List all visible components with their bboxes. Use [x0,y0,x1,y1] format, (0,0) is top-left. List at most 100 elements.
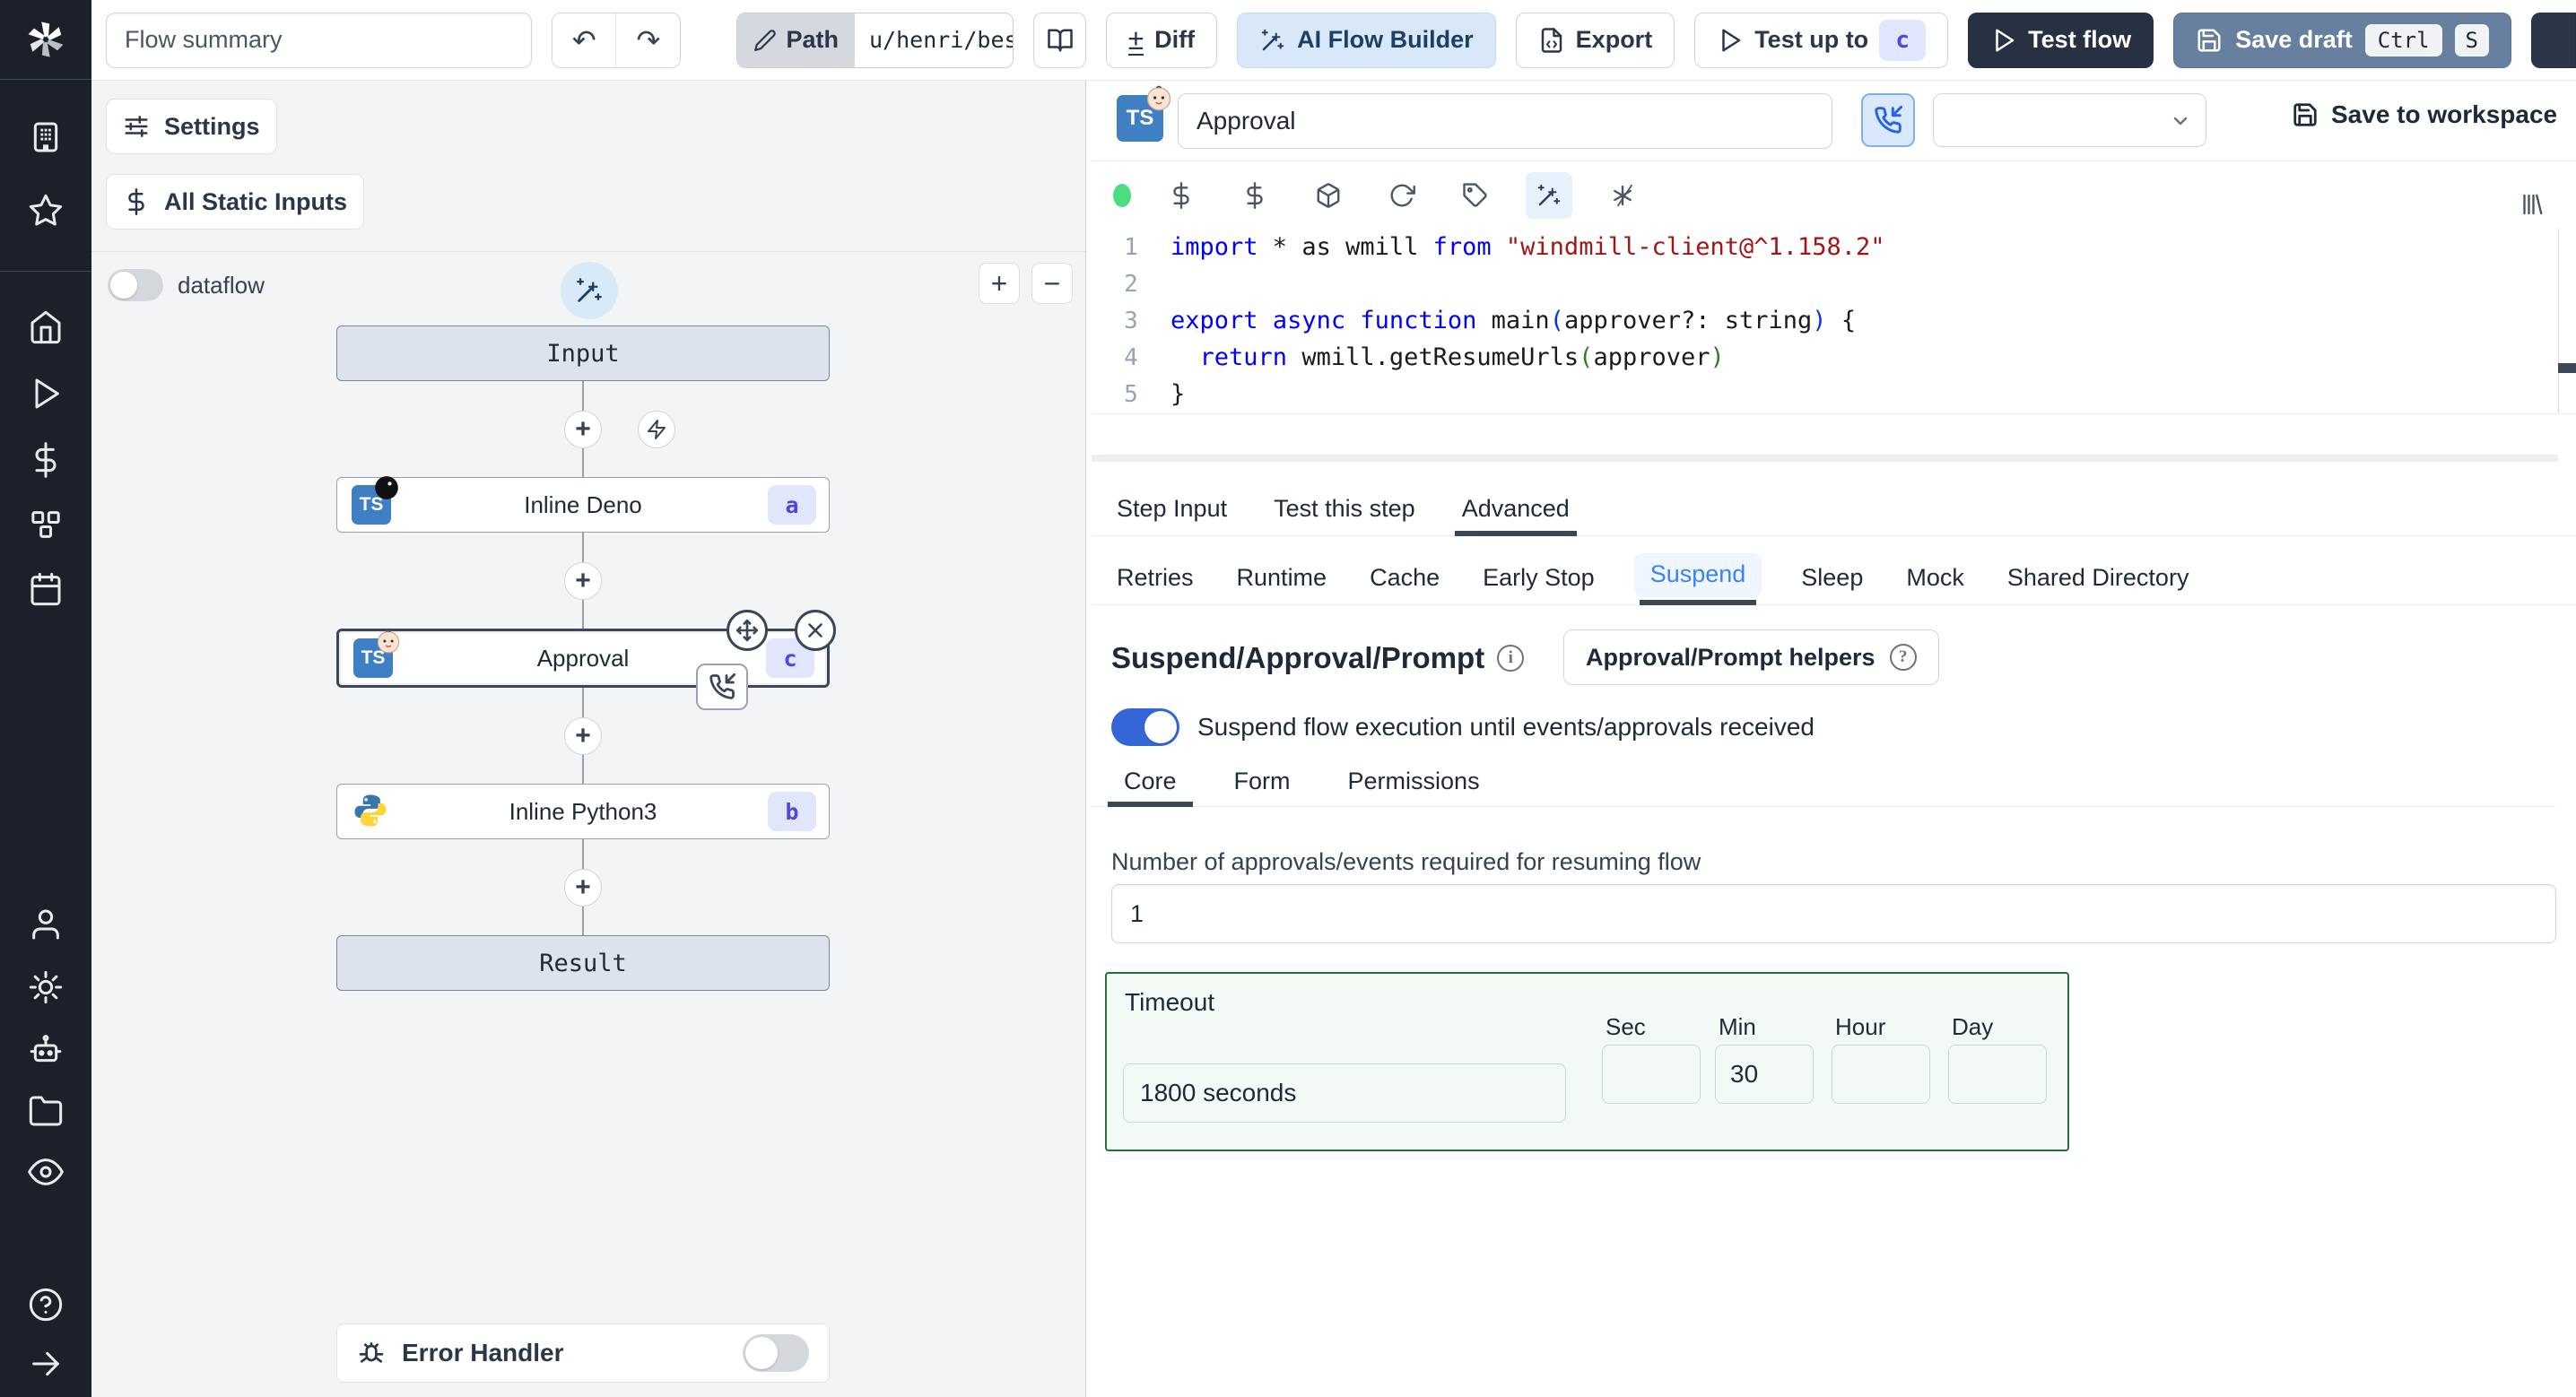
timeout-day-input[interactable] [1948,1045,2047,1104]
home-icon[interactable] [25,307,66,348]
line-number: 2 [1124,270,1138,298]
tag-button[interactable] [1452,172,1499,219]
folders-icon[interactable] [25,1090,66,1132]
audit-eye-icon[interactable] [25,1151,66,1193]
dataflow-row: dataflow [108,269,265,301]
editor-scrollbar-track [2558,229,2559,413]
undo-button[interactable]: ↶ [553,13,617,67]
move-node-button[interactable] [727,610,768,651]
path-button[interactable]: Path u/henri/bes [736,12,1014,68]
tab-early-stop[interactable]: Early Stop [1479,557,1598,604]
variables-dollar-button[interactable] [1158,172,1205,219]
favorites-star-icon[interactable] [25,190,66,231]
step-name-input[interactable] [1178,93,1832,149]
flow-node-inline-python3[interactable]: Inline Python3 b [336,784,830,839]
static-inputs-label: All Static Inputs [164,187,348,215]
suspend-toggle-label: Suspend flow execution until events/appr… [1197,713,1815,741]
suspend-toggle[interactable] [1111,708,1179,746]
flow-settings-button[interactable]: Settings [106,99,277,154]
timeout-sec-input[interactable] [1602,1045,1701,1104]
timeout-summary-input[interactable] [1123,1063,1566,1123]
diff-button[interactable]: ± Diff [1105,12,1218,68]
phone-incoming-icon [709,673,735,699]
regenerate-button[interactable] [1599,172,1646,219]
tab-suspend[interactable]: Suspend [1633,553,1762,605]
ai-assist-wand-button[interactable] [1526,171,1572,219]
library-panel-button[interactable] [2508,181,2554,228]
runs-play-icon[interactable] [25,373,66,414]
export-button[interactable]: Export [1515,12,1675,68]
tab-runtime[interactable]: Runtime [1233,557,1331,604]
tab-mock[interactable]: Mock [1902,557,1968,604]
graph-ai-wand-button[interactable] [560,262,618,319]
settings-gear-icon[interactable] [25,967,66,1008]
code-text: } [1171,380,1186,408]
workspace-building-icon[interactable] [25,117,66,158]
dataflow-toggle[interactable] [108,269,163,301]
deploy-button-clipped[interactable] [2531,12,2576,68]
pencil-icon [754,29,777,51]
timeout-hour-input[interactable] [1832,1045,1930,1104]
ai-flow-builder-button[interactable]: AI Flow Builder [1237,12,1496,68]
error-handler-toggle[interactable] [743,1334,809,1372]
code-editor[interactable]: 1 import * as wmill from "windmill-client… [1092,229,2576,462]
path-label: Path [786,26,839,53]
tab-cache[interactable]: Cache [1366,557,1443,604]
schedules-calendar-icon[interactable] [25,568,66,610]
approval-phone-button[interactable] [1861,93,1915,147]
test-flow-button[interactable]: Test flow [1968,12,2154,68]
tab-permissions[interactable]: Permissions [1336,764,1493,806]
tab-step-input[interactable]: Step Input [1113,488,1231,535]
node-label: Input [546,339,620,368]
flow-node-result[interactable]: Result [336,935,830,991]
docs-book-button[interactable] [1033,12,1086,68]
insert-step-button[interactable]: + [564,868,602,907]
dollar-icon [128,188,144,215]
tab-form[interactable]: Form [1222,764,1303,806]
redo-button[interactable]: ↷ [616,13,680,67]
windmill-logo[interactable] [0,0,91,80]
zoom-in-button[interactable]: + [979,263,1020,304]
zoom-out-button[interactable]: − [1031,263,1073,304]
tab-core[interactable]: Core [1108,764,1193,807]
reset-button[interactable] [1379,172,1425,219]
save-draft-button[interactable]: Save draft Ctrl S [2173,12,2511,68]
approvals-count-input[interactable] [1111,884,2556,943]
timeout-unit-sec: Sec [1602,1013,1701,1104]
insert-step-button[interactable]: + [564,561,602,600]
app-sidebar [0,0,91,1397]
expand-arrow-icon[interactable] [25,1343,66,1384]
flow-node-input[interactable]: Input [336,325,830,381]
current-line-highlight [1092,455,2558,462]
workers-robot-icon[interactable] [25,1029,66,1071]
tab-shared-directory[interactable]: Shared Directory [2004,557,2193,604]
test-up-to-button[interactable]: Test up to c [1694,12,1949,68]
info-icon[interactable]: i [1497,645,1525,672]
insert-step-button[interactable]: + [564,716,602,755]
error-handler-node[interactable]: Error Handler [336,1323,830,1383]
all-static-inputs-button[interactable]: All Static Inputs [106,174,365,230]
users-icon[interactable] [25,904,66,945]
tab-sleep[interactable]: Sleep [1797,557,1867,604]
help-icon[interactable] [25,1284,66,1325]
tab-retries[interactable]: Retries [1113,557,1197,604]
resources-dollar-button[interactable] [1231,172,1278,219]
variables-dollar-icon[interactable] [25,439,66,481]
insert-step-button[interactable]: + [564,410,602,448]
timeout-min-input[interactable] [1715,1045,1814,1104]
flow-node-approval[interactable]: TS Approval c [336,610,836,710]
approval-prompt-helpers-button[interactable]: Approval/Prompt helpers ? [1563,629,1939,685]
tab-advanced[interactable]: Advanced [1454,488,1577,536]
timeout-unit-label: Hour [1835,1013,1886,1040]
resources-cubes-icon[interactable] [25,504,66,545]
package-button[interactable] [1305,172,1352,219]
bug-icon [359,1342,384,1363]
flow-graph-canvas[interactable]: dataflow + − Input + TS Inline Deno a + TS Appr… [91,251,1086,1397]
add-trigger-button[interactable] [638,410,675,448]
delete-node-button[interactable] [795,610,836,651]
save-to-workspace-button[interactable]: Save to workspace [2292,100,2557,129]
tab-test-this-step[interactable]: Test this step [1270,488,1419,535]
template-select[interactable] [1933,93,2206,147]
flow-summary-input[interactable] [106,12,533,68]
flow-node-inline-deno[interactable]: TS Inline Deno a [336,476,830,533]
